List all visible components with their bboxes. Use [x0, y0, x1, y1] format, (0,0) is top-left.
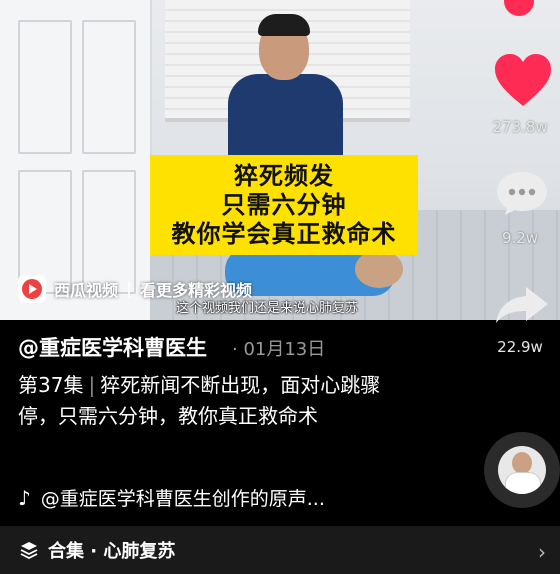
episode-separator: |: [88, 373, 96, 397]
video-subtitle: 这个视频我们还是来说心肺复苏: [176, 301, 359, 316]
collection-label: 合集 · 心肺复苏: [48, 541, 176, 562]
presenter-hair: [258, 14, 310, 36]
overlay-line-1: 猝死频发: [234, 161, 334, 190]
watermark-brand: 西瓜视频: [54, 281, 119, 300]
comment-count: 9.2w: [501, 229, 539, 247]
overlay-line-2: 只需六分钟: [221, 190, 347, 219]
overlay-line-3: 教你学会真正救命术: [171, 219, 397, 248]
watermark-divider: [128, 281, 131, 297]
share-arrow-icon[interactable]: [494, 285, 550, 325]
cpr-dummy-head: [355, 250, 403, 288]
music-row[interactable]: ♪ @重症医学科曹医生创作的原声...: [18, 484, 325, 511]
music-disc[interactable]: [484, 432, 560, 508]
video-title-overlay: 猝死频发 只需六分钟 教你学会真正救命术: [150, 155, 418, 255]
stack-icon: [20, 542, 38, 559]
comment-bubble-icon[interactable]: [494, 170, 550, 216]
collection-bar[interactable]: 合集 · 心肺复苏 ›: [0, 526, 560, 574]
presenter-body: [228, 74, 343, 164]
music-text: @重症医学科曹医生创作的原声...: [40, 488, 325, 510]
post-date: · 01月13日: [232, 339, 326, 360]
tiktok-note-icon: ♪: [18, 485, 31, 510]
author-avatar: [498, 446, 546, 494]
like-count: 273.8w: [492, 118, 548, 136]
xigua-logo-icon: [18, 275, 46, 303]
chevron-right-icon: ›: [538, 540, 546, 564]
share-count: 22.9w: [497, 338, 543, 356]
video-player[interactable]: 猝死频发 只需六分钟 教你学会真正救命术 西瓜视频 看更多精彩视频 这个视频我们…: [0, 0, 560, 320]
author-name[interactable]: @重症医学科曹医生: [18, 332, 207, 362]
episode-label: 第37集: [18, 373, 84, 397]
heart-icon[interactable]: [493, 52, 553, 112]
post-description[interactable]: 第37集 | 猝死新闻不断出现，面对心跳骤停，只需六分钟，教你真正救命术: [18, 370, 398, 432]
background-door: [0, 0, 152, 320]
